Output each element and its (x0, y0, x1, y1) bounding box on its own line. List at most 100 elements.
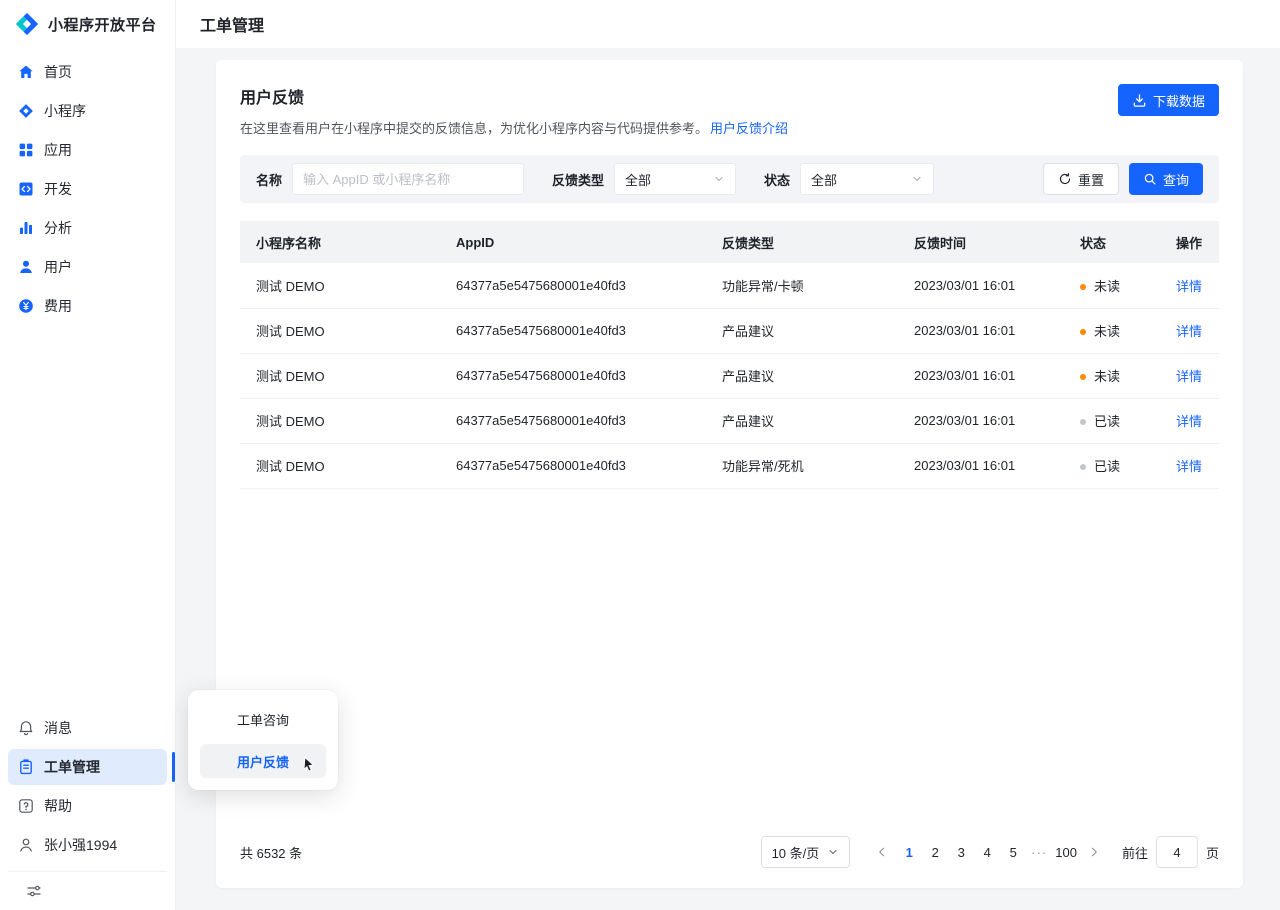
submenu-item-ticket-inquiry[interactable]: 工单咨询 (200, 702, 326, 736)
goto-label: 前往 (1122, 843, 1148, 862)
filter-bar: 名称 反馈类型 全部 状态 全部 (240, 155, 1219, 203)
sidebar-item-account[interactable]: 张小强1994 (8, 827, 167, 863)
download-data-button[interactable]: 下载数据 (1118, 84, 1219, 116)
status-select-value: 全部 (811, 170, 837, 189)
cursor-pointer-icon (301, 756, 316, 776)
detail-link[interactable]: 详情 (1176, 369, 1202, 384)
status-badge: 已读 (1080, 459, 1120, 474)
table-row: 测试 DEMO 64377a5e5475680001e40fd3 功能异常/卡顿… (240, 263, 1219, 308)
feedback-type-cell: 功能异常/死机 (706, 443, 898, 488)
page-number[interactable]: 100 (1052, 838, 1080, 866)
sidebar-item-label: 费用 (44, 296, 72, 316)
miniprogram-icon (18, 103, 34, 119)
chevron-right-icon (1088, 846, 1100, 858)
feedback-time-cell: 2023/03/01 16:01 (898, 398, 1064, 443)
page-number[interactable]: 5 (1000, 838, 1026, 866)
feedback-type-cell: 功能异常/卡顿 (706, 263, 898, 308)
total-count: 共 6532 条 (240, 843, 302, 862)
status-badge: 未读 (1080, 279, 1120, 294)
ticket-submenu-popup: 工单咨询 用户反馈 (188, 690, 338, 790)
col-header-time: 反馈时间 (898, 221, 1064, 263)
sidebar-item-miniprogram[interactable]: 小程序 (8, 93, 167, 129)
sidebar-item-label: 小程序 (44, 101, 86, 121)
feedback-time-cell: 2023/03/01 16:01 (898, 308, 1064, 353)
sidebar-item-label: 用户 (44, 257, 72, 277)
type-filter-label: 反馈类型 (552, 170, 604, 189)
app-name-cell: 测试 DEMO (240, 398, 440, 443)
col-header-type: 反馈类型 (706, 221, 898, 263)
submenu-item-label: 工单咨询 (237, 710, 289, 729)
table-row: 测试 DEMO 64377a5e5475680001e40fd3 产品建议 20… (240, 398, 1219, 443)
submenu-item-label: 用户反馈 (237, 752, 289, 771)
home-icon (18, 64, 34, 80)
analytics-icon (18, 220, 34, 236)
feedback-card: 用户反馈 在这里查看用户在小程序中提交的反馈信息，为优化小程序内容与代码提供参考… (216, 60, 1243, 888)
sidebar-item-home[interactable]: 首页 (8, 54, 167, 90)
appid-cell: 64377a5e5475680001e40fd3 (440, 263, 706, 308)
sidebar-item-apps[interactable]: 应用 (8, 132, 167, 168)
feedback-time-cell: 2023/03/01 16:01 (898, 263, 1064, 308)
appid-cell: 64377a5e5475680001e40fd3 (440, 443, 706, 488)
chevron-down-icon (827, 846, 839, 858)
name-search-input[interactable] (292, 163, 524, 195)
submenu-item-user-feedback[interactable]: 用户反馈 (200, 744, 326, 778)
sidebar-item-label: 帮助 (44, 796, 72, 816)
page-number[interactable]: 2 (922, 838, 948, 866)
sidebar-item-label: 工单管理 (44, 757, 100, 777)
status-dot-icon (1080, 329, 1086, 335)
sidebar-item-billing[interactable]: 费用 (8, 288, 167, 324)
status-dot-icon (1080, 419, 1086, 425)
status-dot-icon (1080, 374, 1086, 380)
page-title: 工单管理 (200, 12, 264, 36)
detail-link[interactable]: 详情 (1176, 459, 1202, 474)
chevron-left-icon (876, 846, 888, 858)
app-name-cell: 测试 DEMO (240, 353, 440, 398)
page-number[interactable]: 3 (948, 838, 974, 866)
topbar: 工单管理 (176, 0, 1280, 48)
card-header: 用户反馈 在这里查看用户在小程序中提交的反馈信息，为优化小程序内容与代码提供参考… (240, 84, 1219, 137)
status-badge: 未读 (1080, 324, 1120, 339)
page-size-value: 10 条/页 (772, 843, 820, 862)
sidebar-item-label: 张小强1994 (44, 835, 117, 855)
col-header-appid: AppID (440, 221, 706, 263)
sidebar-item-label: 首页 (44, 62, 72, 82)
feedback-intro-link[interactable]: 用户反馈介绍 (710, 121, 788, 136)
feedback-type-select[interactable]: 全部 (614, 163, 736, 195)
goto-page-input[interactable] (1156, 836, 1198, 868)
bell-icon (18, 720, 34, 736)
feedback-type-value: 全部 (625, 170, 651, 189)
user-icon (18, 837, 34, 853)
search-button[interactable]: 查询 (1129, 163, 1203, 195)
status-select[interactable]: 全部 (800, 163, 934, 195)
sidebar-item-analytics[interactable]: 分析 (8, 210, 167, 246)
next-page-button[interactable] (1080, 838, 1108, 866)
prev-page-button[interactable] (868, 838, 896, 866)
appid-cell: 64377a5e5475680001e40fd3 (440, 353, 706, 398)
chevron-down-icon (713, 173, 725, 185)
page-number[interactable]: 4 (974, 838, 1000, 866)
card-description: 在这里查看用户在小程序中提交的反馈信息，为优化小程序内容与代码提供参考。用户反馈… (240, 118, 1118, 137)
app-name-cell: 测试 DEMO (240, 308, 440, 353)
develop-icon (18, 181, 34, 197)
col-header-status: 状态 (1064, 221, 1160, 263)
users-icon (18, 259, 34, 275)
sidebar-item-users[interactable]: 用户 (8, 249, 167, 285)
detail-link[interactable]: 详情 (1176, 279, 1202, 294)
table-header-row: 小程序名称 AppID 反馈类型 反馈时间 状态 操作 (240, 221, 1219, 263)
collapse-settings-icon[interactable] (26, 883, 42, 899)
sidebar-bottom-nav: 消息 工单管理 (0, 704, 175, 910)
detail-link[interactable]: 详情 (1176, 414, 1202, 429)
card-title: 用户反馈 (240, 84, 1118, 108)
detail-link[interactable]: 详情 (1176, 324, 1202, 339)
table-row: 测试 DEMO 64377a5e5475680001e40fd3 产品建议 20… (240, 308, 1219, 353)
sidebar-item-develop[interactable]: 开发 (8, 171, 167, 207)
page-number[interactable]: 1 (896, 838, 922, 866)
sidebar-item-tickets[interactable]: 工单管理 (8, 749, 167, 785)
reset-button[interactable]: 重置 (1043, 163, 1119, 195)
status-filter-label: 状态 (764, 170, 790, 189)
sidebar-item-help[interactable]: 帮助 (8, 788, 167, 824)
col-header-app-name: 小程序名称 (240, 221, 440, 263)
status-badge: 未读 (1080, 369, 1120, 384)
sidebar-item-messages[interactable]: 消息 (8, 710, 167, 746)
page-size-select[interactable]: 10 条/页 (761, 836, 851, 868)
